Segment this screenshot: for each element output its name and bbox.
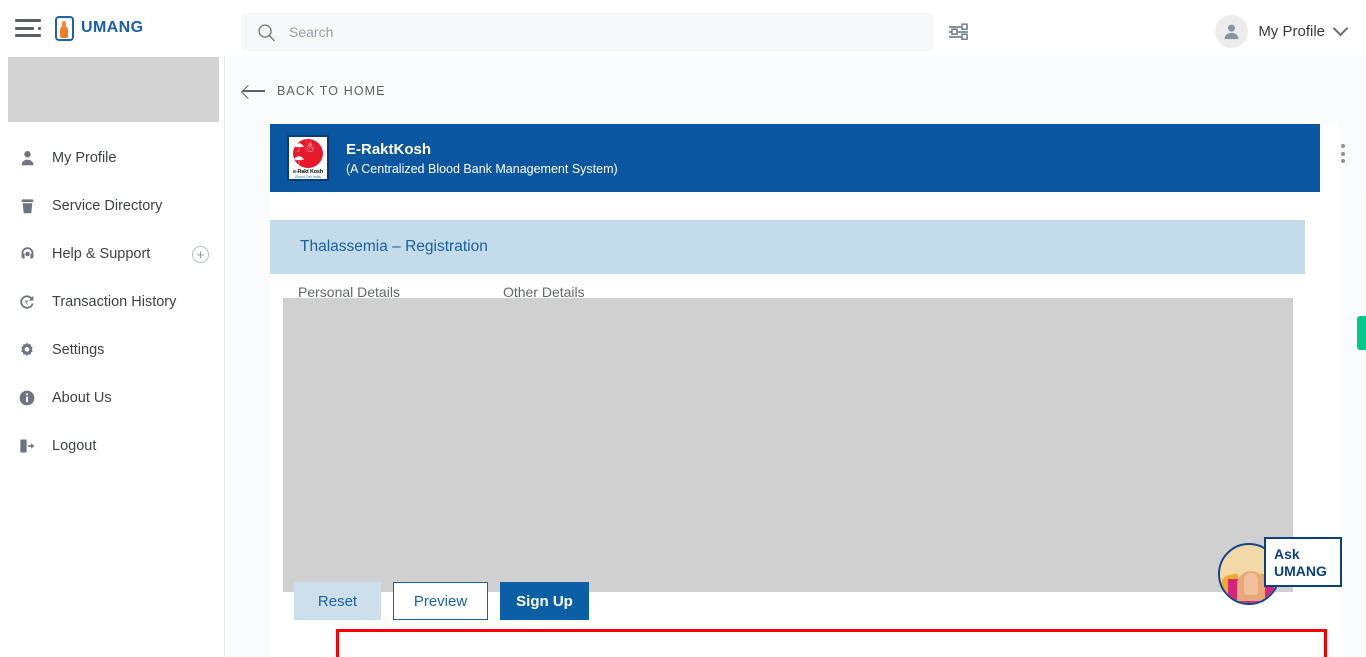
logout-icon — [14, 437, 40, 455]
preview-button[interactable]: Preview — [393, 582, 488, 620]
sidebar-banner-placeholder — [8, 57, 219, 122]
sidebar-item-logout[interactable]: Logout — [0, 422, 225, 470]
logo-subcaption: Blood Cell India — [295, 175, 321, 179]
back-to-home-label: BACK TO HOME — [277, 84, 386, 98]
section-title: Thalassemia – Registration — [300, 238, 488, 255]
umang-portal-page: UMANG Search My Profile My Profile Servi… — [0, 0, 1366, 657]
sidebar-item-label: My Profile — [52, 150, 117, 166]
sidebar-item-transaction-history[interactable]: ₹ Transaction History — [0, 278, 225, 326]
umang-phone-hand-icon — [55, 15, 74, 41]
search-icon — [258, 23, 275, 41]
user-icon — [14, 149, 40, 167]
sidebar-nav: My Profile Service Directory Help & Supp… — [0, 134, 225, 470]
top-header: UMANG Search My Profile — [0, 0, 1366, 56]
sidebar-item-label: Service Directory — [52, 198, 163, 214]
chevron-down-icon — [1332, 20, 1349, 37]
briefcase-icon — [14, 197, 40, 215]
expand-help-support-icon[interactable]: + — [192, 245, 209, 263]
search-bar[interactable] — [241, 13, 934, 51]
banner-title: E-RaktKosh — [346, 140, 432, 158]
sidebar-item-label: Logout — [52, 438, 97, 454]
sidebar-item-my-profile[interactable]: My Profile — [0, 134, 225, 182]
main-content: BACK TO HOME ☂☃☂ e-Rakt Kosh Blood Cell … — [225, 56, 1366, 657]
brand-name: UMANG — [81, 19, 144, 36]
profile-label: My Profile — [1258, 22, 1325, 40]
sidebar-item-label: Settings — [52, 342, 105, 358]
sidebar-item-about-us[interactable]: About Us — [0, 374, 225, 422]
back-to-home-button[interactable]: BACK TO HOME — [243, 84, 386, 98]
feedback-tab[interactable] — [1357, 316, 1366, 350]
sign-up-button[interactable]: Sign Up — [500, 582, 589, 620]
form-action-buttons: Reset Preview Sign Up — [294, 582, 589, 620]
headset-icon — [14, 245, 40, 263]
banner-subtitle: (A Centralized Blood Bank Management Sys… — [346, 161, 618, 176]
service-panel: ☂☃☂ e-Rakt Kosh Blood Cell India E-RaktK… — [270, 124, 1366, 657]
svg-text:₹: ₹ — [25, 300, 29, 307]
sidebar-item-help-support[interactable]: Help & Support + — [0, 230, 225, 278]
sidebar-item-settings[interactable]: Settings — [0, 326, 225, 374]
highlight-annotation-box — [336, 629, 1327, 657]
user-avatar-icon — [1215, 14, 1249, 48]
profile-menu[interactable]: My Profile — [1215, 12, 1349, 50]
ask-umang-bubble[interactable]: Ask UMANG — [1264, 537, 1342, 587]
more-vertical-icon[interactable] — [1341, 144, 1345, 163]
filter-sliders-icon[interactable] — [948, 22, 970, 47]
rupee-history-icon: ₹ — [14, 293, 40, 311]
umang-brand-logo[interactable]: UMANG — [55, 15, 144, 41]
reset-button[interactable]: Reset — [294, 582, 381, 620]
gear-icon — [14, 341, 40, 359]
arrow-left-icon — [243, 84, 265, 98]
ask-umang-line1: Ask — [1274, 546, 1300, 562]
sidebar-item-label: Transaction History — [52, 294, 177, 310]
info-icon — [14, 389, 40, 407]
sidebar-item-service-directory[interactable]: Service Directory — [0, 182, 225, 230]
sidebar-item-label: Help & Support — [52, 246, 151, 262]
search-input[interactable] — [289, 24, 849, 40]
form-content-placeholder — [283, 298, 1293, 592]
ask-umang-line2: UMANG — [1274, 563, 1327, 579]
hamburger-menu-icon[interactable] — [15, 19, 41, 37]
service-banner: ☂☃☂ e-Rakt Kosh Blood Cell India E-RaktK… — [270, 124, 1320, 192]
section-header: Thalassemia – Registration — [270, 220, 1305, 274]
sidebar: My Profile Service Directory Help & Supp… — [0, 56, 225, 657]
e-raktkosh-logo: ☂☃☂ e-Rakt Kosh Blood Cell India — [287, 135, 329, 181]
sidebar-item-label: About Us — [52, 390, 112, 406]
